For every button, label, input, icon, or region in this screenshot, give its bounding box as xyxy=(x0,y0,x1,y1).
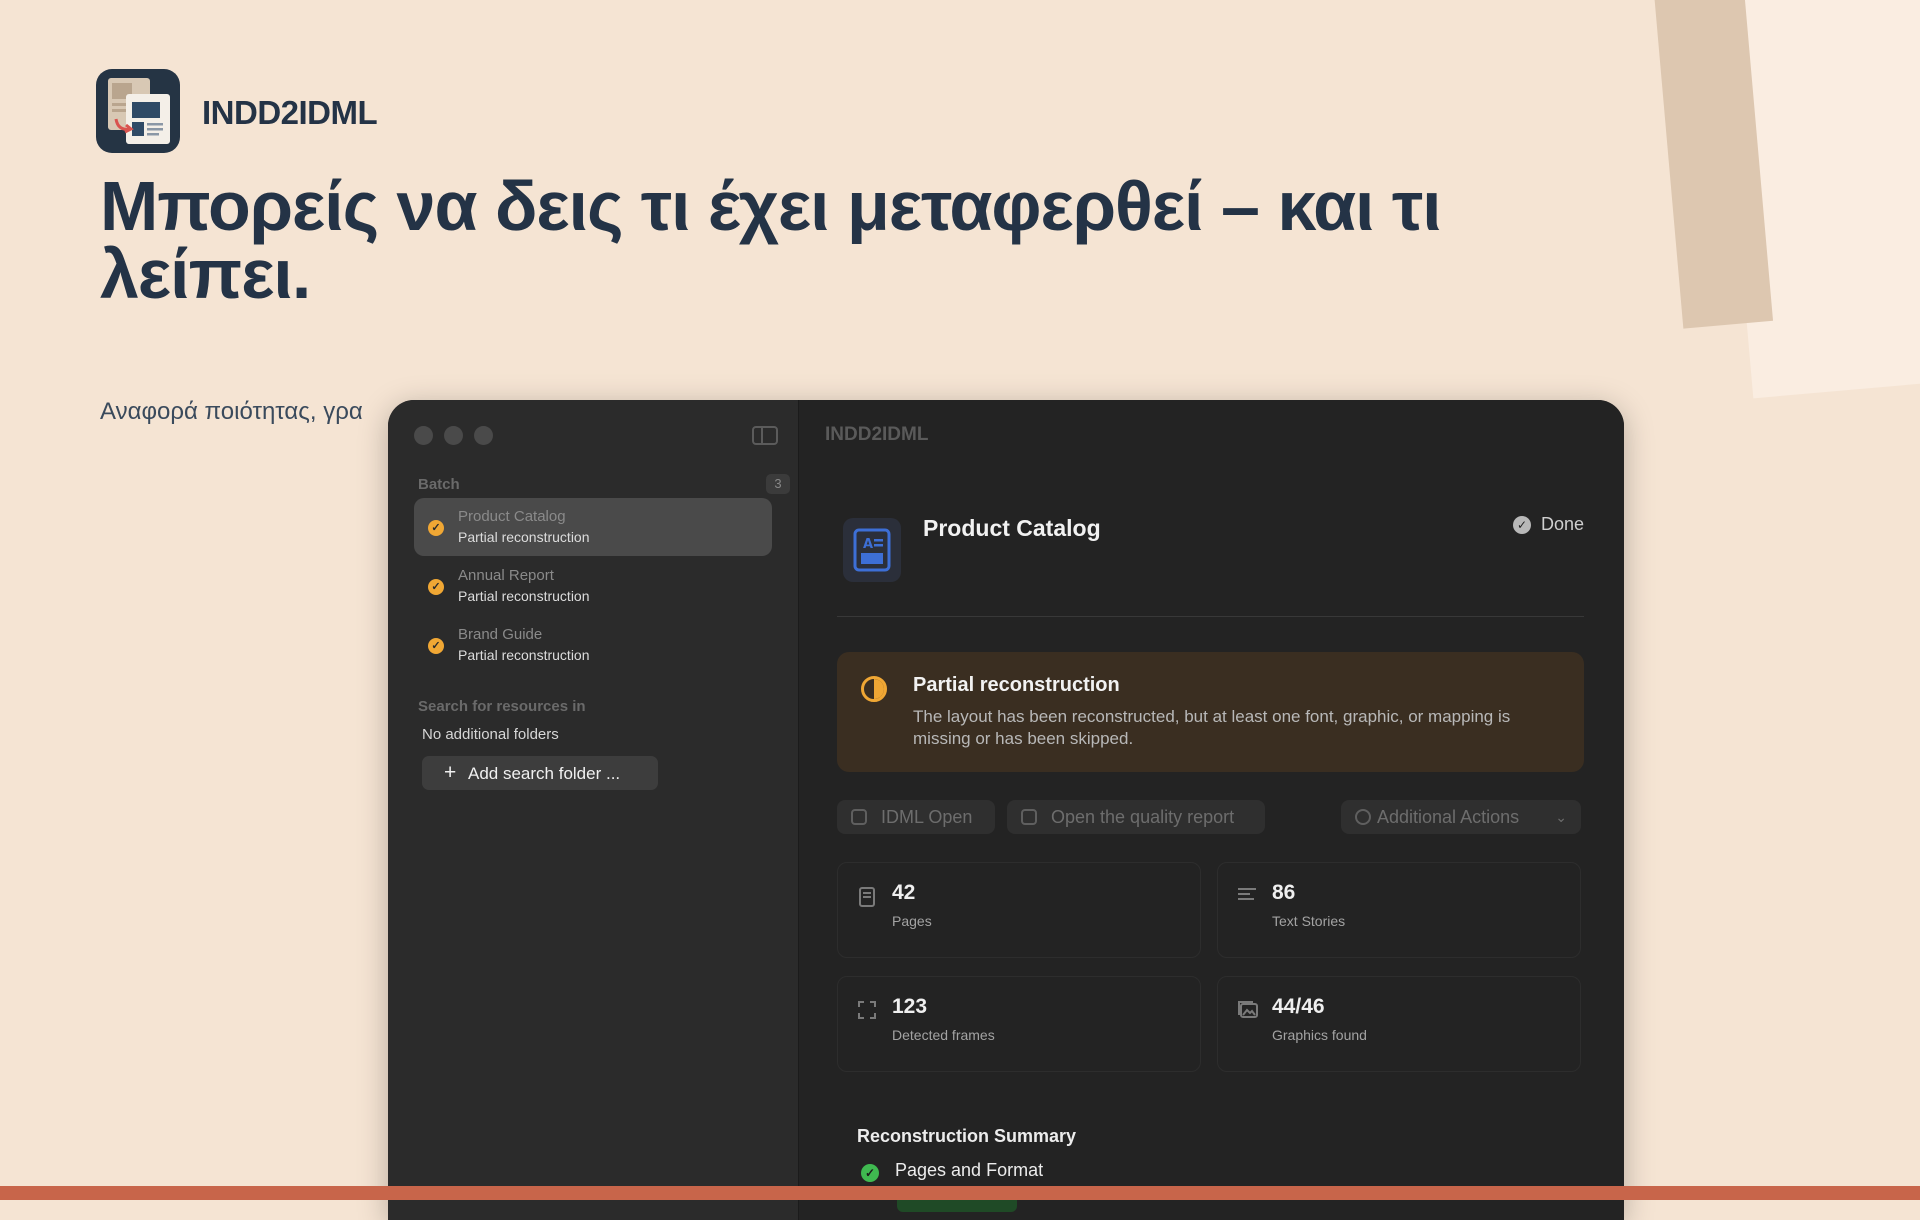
summary-item-pages-format: ✓ Pages and Format xyxy=(861,1160,1043,1182)
sidebar: Batch 3 ✓ Product Catalog Partial recons… xyxy=(388,400,799,1220)
partial-reconstruction-banner: Partial reconstruction The layout has be… xyxy=(837,652,1584,772)
batch-label: Batch xyxy=(418,476,460,493)
stat-card-pages: 42 Pages xyxy=(837,862,1201,958)
batch-item-status: Partial reconstruction xyxy=(458,647,590,663)
half-circle-icon xyxy=(861,676,887,702)
idml-open-label: IDML Open xyxy=(881,807,973,827)
hero-subline: Αναφορά ποιότητας, γρα xyxy=(100,398,363,425)
batch-item-status: Partial reconstruction xyxy=(458,588,590,604)
stat-card-detected-frames: 123 Detected frames xyxy=(837,976,1201,1072)
zoom-window-button[interactable] xyxy=(474,426,493,445)
additional-actions-label: Additional Actions xyxy=(1377,807,1520,827)
no-folders-text: No additional folders xyxy=(422,726,559,743)
batch-item-title: Product Catalog xyxy=(458,508,566,525)
batch-item-annual-report[interactable]: ✓ Annual Report Partial reconstruction xyxy=(414,557,772,615)
window-title: INDD2IDML xyxy=(825,424,929,445)
stat-label: Graphics found xyxy=(1272,1027,1367,1043)
check-icon: ✓ xyxy=(428,638,444,654)
stat-label: Text Stories xyxy=(1272,913,1346,929)
batch-item-status: Partial reconstruction xyxy=(458,529,590,545)
report-icon xyxy=(1021,809,1037,825)
stat-card-text-stories: 86 Text Stories xyxy=(1217,862,1581,958)
main-panel: INDD2IDML + → ? i A xyxy=(799,400,1624,1220)
frame-icon xyxy=(858,1001,876,1021)
reconstruction-summary-title: Reconstruction Summary xyxy=(857,1126,1077,1146)
quality-report-label: Open the quality report xyxy=(1051,807,1235,827)
stat-value: 44/46 xyxy=(1272,995,1325,1018)
add-search-folder-label: Add search folder ... xyxy=(468,764,621,783)
text-icon xyxy=(1238,887,1256,907)
batch-item-product-catalog[interactable]: ✓ Product Catalog Partial reconstruction xyxy=(414,498,772,556)
more-icon xyxy=(1355,809,1371,825)
close-window-button[interactable] xyxy=(414,426,433,445)
stat-value: 123 xyxy=(892,995,928,1018)
document-title: Product Catalog xyxy=(923,515,1101,541)
stat-label: Pages xyxy=(892,913,932,929)
bottom-accent-bar xyxy=(0,1186,1920,1200)
batch-count-badge: 3 xyxy=(766,474,790,494)
app-window: Batch 3 ✓ Product Catalog Partial recons… xyxy=(388,400,1624,1220)
success-check-icon: ✓ xyxy=(861,1164,879,1182)
batch-item-brand-guide[interactable]: ✓ Brand Guide Partial reconstruction xyxy=(414,616,772,674)
plus-icon: + xyxy=(444,761,457,784)
open-quality-report-button[interactable]: Open the quality report xyxy=(1007,800,1265,834)
app-name: INDD2IDML xyxy=(202,94,378,131)
done-label: Done xyxy=(1540,514,1584,534)
image-icon xyxy=(1238,1001,1258,1021)
minimize-window-button[interactable] xyxy=(444,426,463,445)
svg-text:A: A xyxy=(863,537,873,552)
idml-open-button[interactable]: IDML Open xyxy=(837,800,995,834)
sidebar-toggle-icon[interactable] xyxy=(752,426,778,445)
done-status: ✓ Done xyxy=(1512,514,1584,535)
app-logo-icon xyxy=(96,69,180,153)
hero-headline: Μπορείς να δεις τι έχει μεταφερθεί – και… xyxy=(100,167,1442,313)
batch-item-title: Brand Guide xyxy=(458,626,543,643)
summary-item-label: Pages and Format xyxy=(895,1160,1044,1180)
page-icon xyxy=(858,887,876,907)
checkmark-icon: ✓ xyxy=(1512,516,1531,534)
additional-actions-dropdown[interactable]: Additional Actions ⌄ xyxy=(1341,800,1581,834)
divider xyxy=(837,616,1584,617)
stat-value: 42 xyxy=(892,881,916,904)
document-icon: A xyxy=(843,518,901,582)
batch-item-title: Annual Report xyxy=(458,567,554,584)
add-search-folder-button[interactable]: + Add search folder ... xyxy=(422,756,658,790)
check-icon: ✓ xyxy=(428,520,444,536)
stat-value: 86 xyxy=(1272,881,1296,904)
banner-title: Partial reconstruction xyxy=(913,674,1120,696)
open-icon xyxy=(851,809,867,825)
stat-card-graphics-found: 44/46 Graphics found xyxy=(1217,976,1581,1072)
banner-text: The layout has been reconstructed, but a… xyxy=(913,707,1511,748)
chevron-down-icon: ⌄ xyxy=(1555,809,1567,825)
search-resources-label: Search for resources in xyxy=(418,698,586,715)
check-icon: ✓ xyxy=(428,579,444,595)
stat-label: Detected frames xyxy=(892,1027,995,1043)
